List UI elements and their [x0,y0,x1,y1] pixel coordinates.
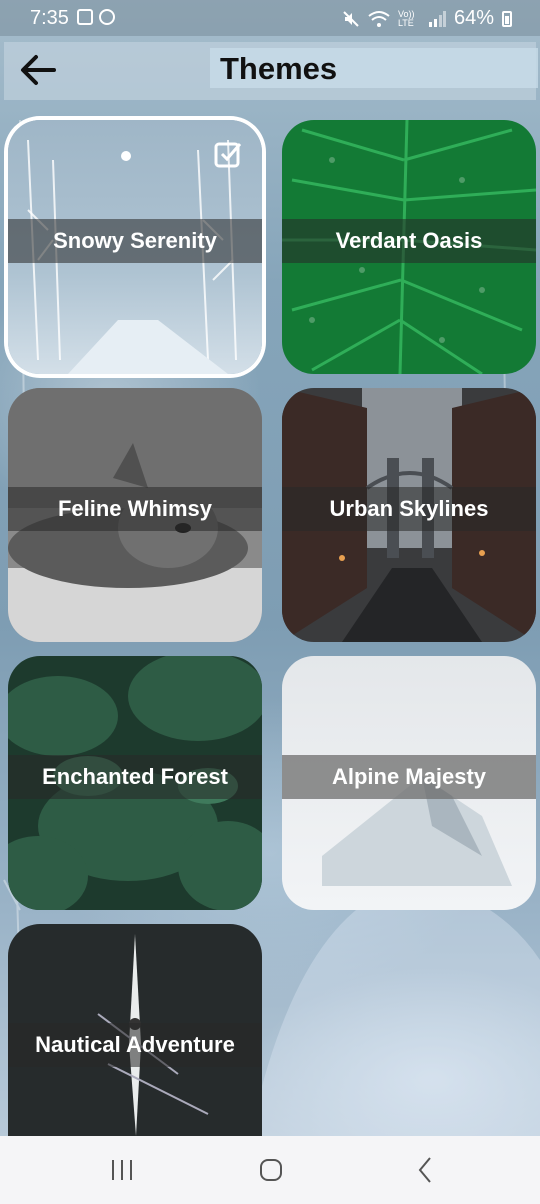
card-label-band: Alpine Majesty [282,755,536,799]
page-title: Themes [220,51,338,86]
theme-card-enchanted-forest[interactable]: Enchanted Forest [8,656,262,910]
theme-label: Feline Whimsy [57,496,213,521]
nav-back-button[interactable] [404,1154,444,1186]
back-button[interactable] [18,52,58,88]
theme-card-feline-whimsy[interactable]: Feline Whimsy [8,388,262,642]
wifi-icon [368,10,390,27]
theme-label: Enchanted Forest [42,764,228,789]
card-label-band: Snowy Serenity [8,219,262,263]
theme-label: Urban Skylines [329,496,489,521]
checkbox-checked-icon [214,142,242,168]
theme-card-urban-skylines[interactable]: Urban Skylines [282,388,536,642]
card-label-band: Urban Skylines [282,487,536,531]
theme-card-verdant-oasis[interactable]: Verdant Oasis [282,120,536,374]
page-title-box: Themes [210,48,538,88]
arrow-left-icon [21,55,56,85]
battery-percent: 64% [453,7,494,29]
theme-card-snowy-serenity[interactable]: Snowy Serenity [8,120,262,374]
cloud-sync-icon [99,9,115,25]
card-label-band: Enchanted Forest [8,755,262,799]
theme-label: Verdant Oasis [335,228,483,253]
theme-label: Alpine Majesty [331,764,487,789]
status-time: 7:35 [30,7,69,29]
recents-icon [112,1160,132,1180]
app-header: Themes [4,42,538,100]
recents-button[interactable] [102,1154,142,1186]
theme-label: Snowy Serenity [53,228,217,253]
mute-icon [343,10,359,27]
theme-card-alpine-majesty[interactable]: Alpine Majesty [282,656,536,910]
system-nav-bar [0,1136,540,1204]
back-chevron-icon [418,1157,431,1183]
theme-label: Nautical Adventure [35,1032,235,1057]
home-icon [260,1159,282,1181]
home-button[interactable] [251,1154,291,1186]
signal-icon [428,10,446,27]
volte-icon: Vo)) LTE [397,8,415,28]
theme-card-nautical-adventure[interactable]: Nautical Adventure [8,924,262,1136]
status-bar: 7:35 Vo)) LTE 64% [0,0,540,36]
battery-icon [502,10,512,27]
card-label-band: Feline Whimsy [8,487,262,531]
card-label-band: Verdant Oasis [282,219,536,263]
card-label-band: Nautical Adventure [8,1023,262,1067]
gallery-icon [77,9,93,25]
